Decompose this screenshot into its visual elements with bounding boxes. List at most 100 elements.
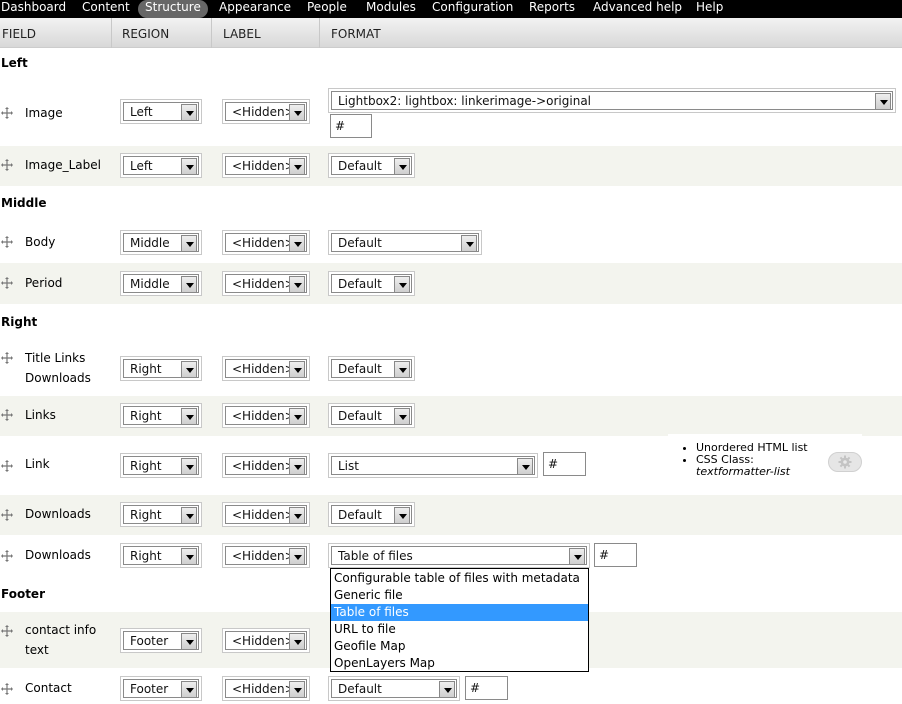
region-select[interactable]: Right bbox=[120, 356, 202, 381]
label-select[interactable]: <Hidden> bbox=[222, 99, 310, 124]
region-select[interactable]: Middle bbox=[120, 230, 202, 255]
label-select[interactable]: <Hidden> bbox=[222, 453, 310, 478]
format-select[interactable]: Default bbox=[328, 403, 415, 428]
nav-help[interactable]: Help bbox=[696, 0, 723, 18]
table-row: Contact Footer <Hidden> Default # bbox=[0, 668, 902, 704]
region-select[interactable]: Right bbox=[120, 403, 202, 428]
chevron-down-icon bbox=[289, 681, 305, 698]
header-field: FIELD bbox=[2, 27, 36, 41]
region-select[interactable]: Right bbox=[120, 453, 202, 478]
chevron-down-icon bbox=[439, 681, 455, 698]
drag-handle-icon[interactable] bbox=[1, 409, 13, 421]
drag-handle-icon[interactable] bbox=[1, 352, 13, 364]
label-select[interactable]: <Hidden> bbox=[222, 543, 310, 568]
drag-handle-icon[interactable] bbox=[1, 550, 13, 562]
label-select[interactable]: <Hidden> bbox=[222, 271, 310, 296]
nav-configuration[interactable]: Configuration bbox=[432, 0, 513, 18]
gear-icon bbox=[838, 455, 852, 469]
label-select[interactable]: <Hidden> bbox=[222, 676, 310, 701]
format-setting-input[interactable]: # bbox=[330, 114, 372, 138]
region-select[interactable]: Middle bbox=[120, 271, 202, 296]
drag-handle-icon[interactable] bbox=[1, 460, 13, 472]
nav-reports[interactable]: Reports bbox=[529, 0, 575, 18]
nav-modules[interactable]: Modules bbox=[366, 0, 416, 18]
region-select[interactable]: Footer bbox=[120, 676, 202, 701]
nav-structure[interactable]: Structure bbox=[138, 0, 208, 18]
header-divider bbox=[319, 18, 320, 48]
label-select[interactable]: <Hidden> bbox=[222, 403, 310, 428]
label-select[interactable]: <Hidden> bbox=[222, 502, 310, 527]
dropdown-option[interactable]: Configurable table of files with metadat… bbox=[331, 570, 588, 587]
region-title-right: Right bbox=[1, 315, 38, 329]
summary-css-class: CSS Class:textformatter-list bbox=[696, 454, 808, 478]
field-name: Title Links Downloads bbox=[25, 351, 91, 385]
dropdown-option[interactable]: Generic file bbox=[331, 587, 588, 604]
chevron-down-icon bbox=[181, 235, 197, 252]
chevron-down-icon bbox=[181, 408, 197, 425]
table-row: Downloads Right <Hidden> Default bbox=[0, 495, 902, 535]
chevron-down-icon bbox=[394, 276, 410, 293]
label-select[interactable]: <Hidden> bbox=[222, 356, 310, 381]
chevron-down-icon bbox=[289, 507, 305, 524]
header-format: FORMAT bbox=[331, 27, 381, 41]
format-select[interactable]: Default bbox=[328, 271, 415, 296]
format-select[interactable]: Default bbox=[328, 356, 415, 381]
region-title-middle: Middle bbox=[1, 196, 47, 210]
dropdown-option[interactable]: Geofile Map bbox=[331, 638, 588, 655]
nav-content[interactable]: Content bbox=[82, 0, 130, 18]
region-title-left: Left bbox=[1, 56, 28, 70]
format-select[interactable]: Default bbox=[328, 676, 460, 701]
format-select[interactable]: Default bbox=[328, 153, 415, 178]
header-divider bbox=[111, 18, 112, 48]
chevron-down-icon bbox=[181, 633, 197, 650]
chevron-down-icon bbox=[289, 408, 305, 425]
dropdown-option[interactable]: URL to file bbox=[331, 621, 588, 638]
format-select[interactable]: Lightbox2: lightbox: linkerimage->origin… bbox=[328, 88, 896, 113]
format-select-open[interactable]: Table of files bbox=[328, 543, 590, 568]
chevron-down-icon bbox=[289, 235, 305, 252]
drag-handle-icon[interactable] bbox=[1, 509, 13, 521]
field-name: Contact bbox=[25, 681, 72, 695]
field-name: Body bbox=[25, 235, 56, 249]
drag-handle-icon[interactable] bbox=[1, 625, 13, 637]
chevron-down-icon bbox=[569, 548, 585, 565]
format-select[interactable]: Default bbox=[328, 502, 415, 527]
format-setting-input[interactable]: # bbox=[543, 452, 586, 476]
drag-handle-icon[interactable] bbox=[1, 159, 13, 171]
nav-advanced-help[interactable]: Advanced help bbox=[593, 0, 682, 18]
field-name: Downloads bbox=[25, 507, 91, 521]
formatter-settings-button[interactable] bbox=[828, 452, 862, 472]
header-label: LABEL bbox=[223, 27, 261, 41]
nav-dashboard[interactable]: Dashboard bbox=[1, 0, 66, 18]
chevron-down-icon bbox=[394, 507, 410, 524]
drag-handle-icon[interactable] bbox=[1, 107, 13, 119]
field-display-screen: Dashboard Content Structure Appearance P… bbox=[0, 0, 902, 704]
region-select[interactable]: Right bbox=[120, 502, 202, 527]
format-select[interactable]: Default bbox=[328, 230, 482, 255]
table-row: Body Middle <Hidden> Default bbox=[0, 222, 902, 263]
label-select[interactable]: <Hidden> bbox=[222, 628, 310, 653]
drag-handle-icon[interactable] bbox=[1, 236, 13, 248]
nav-appearance[interactable]: Appearance bbox=[219, 0, 291, 18]
region-select[interactable]: Footer bbox=[120, 628, 202, 653]
drag-handle-icon[interactable] bbox=[1, 683, 13, 695]
chevron-down-icon bbox=[289, 548, 305, 565]
chevron-down-icon bbox=[289, 104, 305, 121]
format-dropdown-list: Configurable table of files with metadat… bbox=[330, 568, 589, 672]
nav-people[interactable]: People bbox=[307, 0, 347, 18]
drag-handle-icon[interactable] bbox=[1, 277, 13, 289]
format-setting-input[interactable]: # bbox=[465, 676, 508, 700]
chevron-down-icon bbox=[181, 458, 197, 475]
region-row-middle: Middle bbox=[0, 186, 902, 222]
label-select[interactable]: <Hidden> bbox=[222, 230, 310, 255]
dropdown-option[interactable]: OpenLayers Map bbox=[331, 655, 588, 672]
chevron-down-icon bbox=[289, 458, 305, 475]
label-select[interactable]: <Hidden> bbox=[222, 153, 310, 178]
format-select[interactable]: List bbox=[328, 453, 538, 478]
region-select[interactable]: Right bbox=[120, 543, 202, 568]
format-setting-input[interactable]: # bbox=[594, 543, 637, 567]
chevron-down-icon bbox=[181, 507, 197, 524]
region-select[interactable]: Left bbox=[120, 99, 202, 124]
region-select[interactable]: Left bbox=[120, 153, 202, 178]
dropdown-option-selected[interactable]: Table of files bbox=[331, 604, 588, 621]
